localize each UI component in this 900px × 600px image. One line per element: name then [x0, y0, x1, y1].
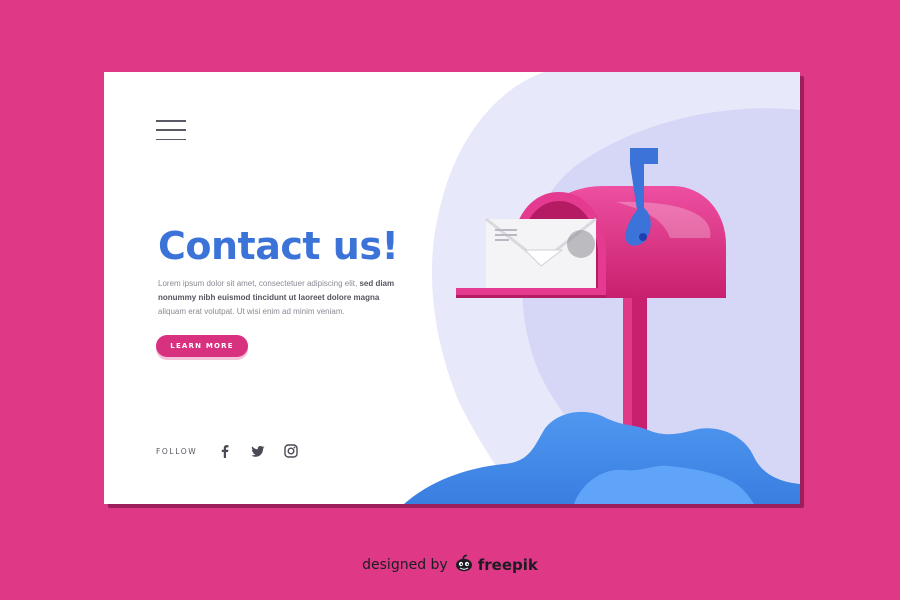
facebook-icon[interactable]	[212, 438, 238, 464]
intro-text: aliquam erat volutpat. Ut wisi enim ad m…	[158, 307, 345, 316]
intro-paragraph: Lorem ipsum dolor sit amet, consectetuer…	[158, 277, 398, 319]
credit-text: designed by	[362, 557, 448, 573]
intro-text: Lorem ipsum dolor sit amet, consectetuer…	[158, 279, 360, 288]
credit-brand: freepik	[477, 556, 538, 574]
social-follow-bar: FOLLOW	[156, 438, 304, 464]
envelope-icon	[485, 217, 597, 293]
landing-page-card: Contact us! Lorem ipsum dolor sit amet, …	[104, 72, 800, 504]
designer-credit[interactable]: designed by freepik	[0, 550, 900, 580]
freepik-logo-icon	[454, 554, 474, 576]
twitter-icon[interactable]	[245, 438, 271, 464]
page-title: Contact us!	[158, 224, 399, 268]
instagram-icon[interactable]	[278, 438, 304, 464]
learn-more-button[interactable]: LEARN MORE	[156, 335, 248, 357]
follow-label: FOLLOW	[156, 446, 198, 456]
menu-line	[156, 129, 186, 131]
menu-line	[156, 138, 186, 140]
menu-line	[156, 120, 186, 122]
hamburger-icon[interactable]	[156, 120, 186, 140]
